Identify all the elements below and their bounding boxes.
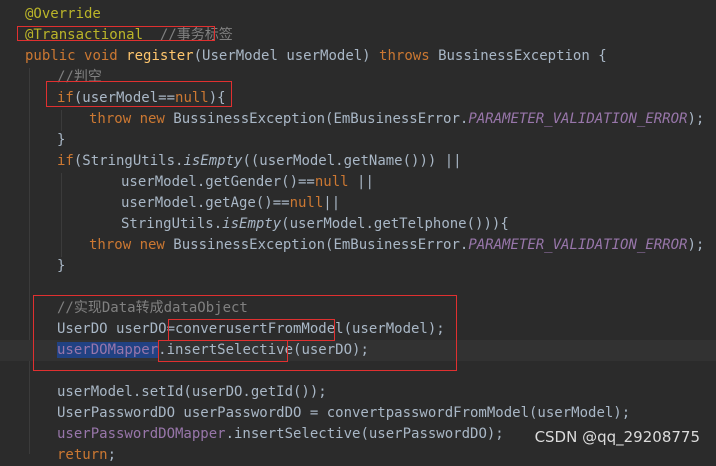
code-token: new xyxy=(139,111,174,127)
csdn-watermark: CSDN @qq_29208775 xyxy=(534,428,700,446)
code-token: PARAMETER_VALIDATION_ERROR xyxy=(468,111,688,127)
code-token: (userModel== xyxy=(73,90,176,106)
code-line[interactable]: if(StringUtils.isEmpty((userModel.getNam… xyxy=(0,151,716,172)
code-token: BussinessException(EmBusinessError. xyxy=(173,111,469,127)
code-text: public void register(UserModel userModel… xyxy=(25,46,607,67)
code-token: .insertSelective(userDO); xyxy=(158,342,369,358)
code-token: (userModel.getTelphone())){ xyxy=(281,216,509,232)
code-text: StringUtils.isEmpty(userModel.getTelphon… xyxy=(121,214,509,235)
code-token: if xyxy=(57,153,74,169)
code-token: null xyxy=(289,195,324,211)
code-token: null xyxy=(314,174,349,190)
code-line[interactable]: if(userModel==null){ xyxy=(0,88,716,109)
code-token: register xyxy=(126,48,194,64)
code-token: @Transactional xyxy=(25,27,144,43)
code-line[interactable]: StringUtils.isEmpty(userModel.getTelphon… xyxy=(0,214,716,235)
code-line[interactable]: userModel.getAge()==null|| xyxy=(0,193,716,214)
code-token: ); xyxy=(687,237,705,253)
code-line[interactable]: //实现Data转成dataObject xyxy=(0,298,716,319)
code-token: || xyxy=(323,195,341,211)
code-line[interactable]: UserPasswordDO userPasswordDO = convertp… xyxy=(0,403,716,424)
code-line[interactable]: } xyxy=(0,256,716,277)
code-line[interactable]: userModel.getGender()==null || xyxy=(0,172,716,193)
code-text: throw new BussinessException(EmBusinessE… xyxy=(89,235,704,256)
code-text: @Transactional //事务标签 xyxy=(25,25,233,46)
code-token: //判空 xyxy=(57,69,102,85)
code-editor[interactable]: @Override @Transactional //事务标签 public voi… xyxy=(0,0,716,463)
code-line[interactable]: userDOMapper.insertSelective(userDO); xyxy=(0,340,716,361)
code-line[interactable] xyxy=(0,361,716,382)
code-text: userModel.getAge()==null|| xyxy=(121,193,340,214)
code-token: null xyxy=(175,90,209,106)
code-text: return; xyxy=(57,445,116,466)
code-line[interactable]: @Override xyxy=(0,4,716,25)
code-token: } xyxy=(57,258,66,274)
code-token: new xyxy=(139,237,174,253)
code-token: UserPasswordDO userPasswordDO = convertp… xyxy=(57,405,631,421)
code-token: ; xyxy=(107,447,117,463)
code-token: } xyxy=(57,132,66,148)
code-token: return xyxy=(57,447,108,463)
code-text: throw new BussinessException(EmBusinessE… xyxy=(89,109,704,130)
code-token: || xyxy=(348,174,374,190)
code-token: .insertSelective(userPasswordDO); xyxy=(225,426,504,442)
code-token: throw xyxy=(89,111,140,127)
code-token: PARAMETER_VALIDATION_ERROR xyxy=(468,237,688,253)
code-text: @Override xyxy=(25,4,101,25)
code-text: if(userModel==null){ xyxy=(57,88,226,109)
code-token: (UserModel userModel) xyxy=(193,48,380,64)
code-token: isEmpty xyxy=(183,153,243,169)
code-token: userModel.getGender()== xyxy=(121,174,315,190)
code-token: userDOMapper xyxy=(57,342,159,358)
code-token: userPasswordDOMapper xyxy=(57,426,226,442)
code-line[interactable]: UserDO userDO=converusertFromModel(userM… xyxy=(0,319,716,340)
code-text: userDOMapper.insertSelective(userDO); xyxy=(57,340,369,361)
code-text: //判空 xyxy=(57,67,102,88)
code-token: //实现Data转成dataObject xyxy=(57,300,248,316)
code-token: ){ xyxy=(208,90,226,106)
code-token: throw xyxy=(89,237,140,253)
code-token: userModel.setId(userDO.getId()); xyxy=(57,384,327,400)
code-token: BussinessException { xyxy=(438,48,607,64)
code-text: userModel.getGender()==null || xyxy=(121,172,374,193)
code-text: } xyxy=(57,256,65,277)
code-line[interactable]: @Transactional //事务标签 xyxy=(0,25,716,46)
code-token: @Override xyxy=(25,6,101,22)
code-token: throws xyxy=(379,48,439,64)
code-line[interactable]: throw new BussinessException(EmBusinessE… xyxy=(0,235,716,256)
code-token: isEmpty xyxy=(222,216,282,232)
code-line[interactable] xyxy=(0,277,716,298)
code-text: UserDO userDO=converusertFromModel(userM… xyxy=(57,319,445,340)
code-line[interactable]: userModel.setId(userDO.getId()); xyxy=(0,382,716,403)
code-text: } xyxy=(57,130,65,151)
code-text: UserPasswordDO userPasswordDO = convertp… xyxy=(57,403,630,424)
code-line[interactable]: public void register(UserModel userModel… xyxy=(0,46,716,67)
code-text: userPasswordDOMapper.insertSelective(use… xyxy=(57,424,504,445)
code-token: UserDO userDO=converusertFromModel(userM… xyxy=(57,321,445,337)
code-text: if(StringUtils.isEmpty((userModel.getNam… xyxy=(57,151,462,172)
code-token: void xyxy=(84,48,127,64)
code-token: public xyxy=(25,48,85,64)
code-token: StringUtils. xyxy=(121,216,223,232)
code-line[interactable]: return; xyxy=(0,445,716,466)
code-token: BussinessException(EmBusinessError. xyxy=(173,237,469,253)
code-token: userModel.getAge()== xyxy=(121,195,290,211)
code-line[interactable]: throw new BussinessException(EmBusinessE… xyxy=(0,109,716,130)
code-line[interactable]: } xyxy=(0,130,716,151)
code-token: //事务标签 xyxy=(143,27,233,43)
code-token: (StringUtils. xyxy=(73,153,184,169)
code-text: userModel.setId(userDO.getId()); xyxy=(57,382,327,403)
code-token: ); xyxy=(687,111,705,127)
code-token: ((userModel.getName())) || xyxy=(242,153,462,169)
code-token: if xyxy=(57,90,74,106)
code-line[interactable]: //判空 xyxy=(0,67,716,88)
code-text: //实现Data转成dataObject xyxy=(57,298,248,319)
